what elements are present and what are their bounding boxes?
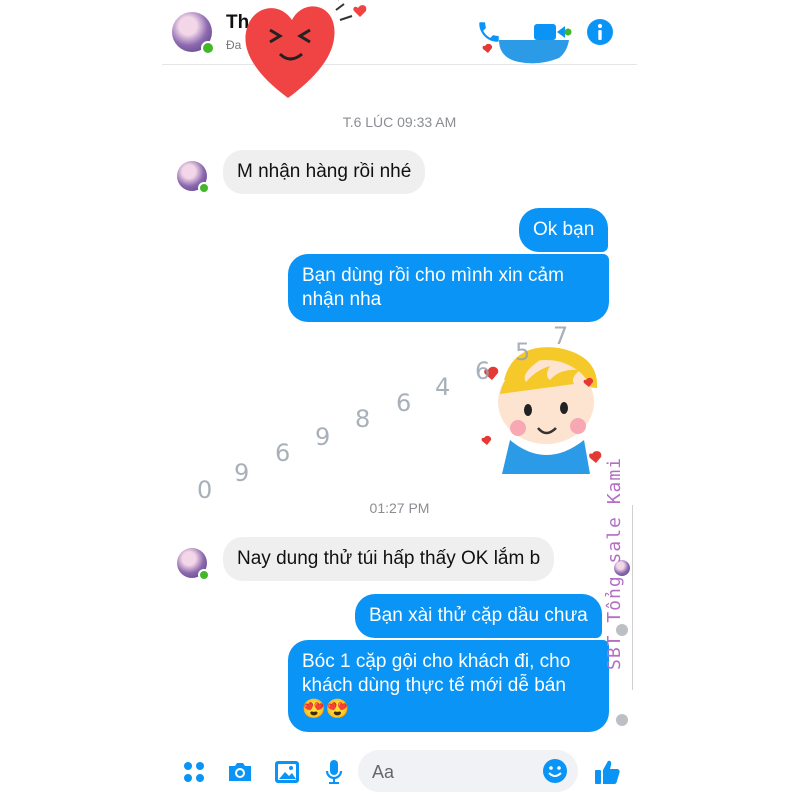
chat-header: Th Đa (162, 0, 637, 99)
watermark-side-text: SBT Tổng sale Kami (604, 456, 625, 670)
microphone-icon[interactable] (319, 757, 349, 787)
watermark-digit: 0 (197, 476, 213, 504)
message-outgoing[interactable]: Bạn xài thử cặp dầu chưa (355, 594, 602, 638)
message-input[interactable] (370, 750, 534, 794)
gallery-icon[interactable] (272, 757, 302, 787)
message-incoming[interactable]: M nhận hàng rồi nhé (223, 150, 426, 194)
message-text: Bóc 1 cặp gội cho khách đi, cho khách dù… (302, 651, 571, 696)
watermark-digit: 8 (355, 405, 371, 433)
message-composer[interactable] (358, 750, 578, 794)
info-icon[interactable] (584, 16, 616, 48)
timestamp-separator: 01:27 PM (369, 500, 430, 516)
online-indicator (201, 41, 215, 55)
camera-icon[interactable] (225, 757, 255, 787)
message-outgoing[interactable]: Bạn dùng rồi cho mình xin cảm nhận nha (288, 254, 609, 322)
sticker-partial-icon (482, 40, 569, 64)
message-outgoing[interactable]: Bóc 1 cặp gội cho khách đi, cho khách dù… (288, 640, 609, 732)
emoji-reaction: 😍😍 (302, 699, 350, 720)
apps-icon[interactable] (179, 757, 209, 787)
watermark-digit: 6 (396, 389, 412, 417)
watermark-digit: 5 (515, 338, 531, 366)
online-indicator (198, 569, 210, 581)
watermark-digit: 6 (275, 439, 291, 467)
emoji-icon[interactable] (542, 758, 568, 784)
boy-sticker-icon[interactable] (474, 340, 614, 475)
message-incoming[interactable]: Nay dung thử túi hấp thấy OK lắm b (223, 537, 555, 581)
heart-sticker-icon (245, 0, 367, 99)
scroll-track[interactable] (632, 505, 633, 690)
watermark-digit: 9 (315, 423, 331, 451)
timestamp-separator: T.6 LÚC 09:33 AM (342, 114, 457, 130)
watermark-digit: 9 (234, 459, 250, 487)
watermark-digit: 4 (435, 373, 451, 401)
read-receipt-icon (616, 714, 628, 726)
watermark-digit: 6 (475, 357, 491, 385)
composer-bar (162, 745, 637, 800)
online-indicator (198, 182, 210, 194)
message-outgoing[interactable]: Ok bạn (519, 208, 609, 252)
watermark-digit: 7 (553, 322, 569, 350)
like-icon[interactable] (592, 757, 622, 787)
